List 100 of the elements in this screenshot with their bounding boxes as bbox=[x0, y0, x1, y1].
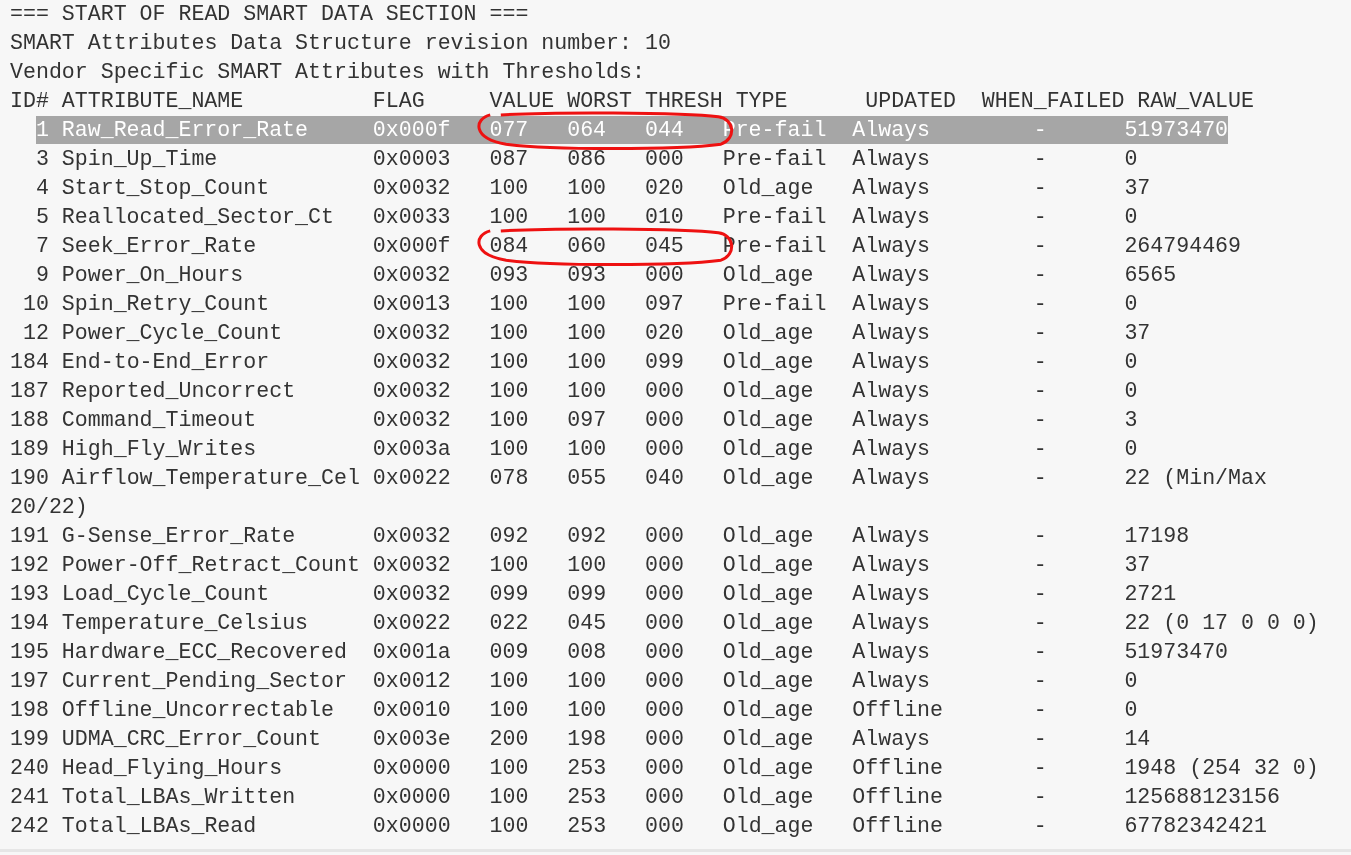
updated-cell-text: Always bbox=[852, 349, 932, 376]
attribute-id: 242 bbox=[10, 813, 49, 840]
attribute-name: Power_Cycle_Count bbox=[61, 320, 284, 347]
type-cell-text: Old_age bbox=[722, 552, 815, 579]
raw-value: 0 bbox=[1124, 437, 1138, 461]
type-cell-text: Pre-fail bbox=[722, 146, 828, 173]
value-cell-text: 092 bbox=[489, 523, 530, 550]
type-cell-text: Old_age bbox=[722, 407, 815, 434]
value-cell-text: 100 bbox=[489, 320, 530, 347]
attribute-name: Raw_Read_Error_Rate bbox=[61, 117, 310, 144]
flag-value: 0x0022 bbox=[372, 610, 452, 637]
attribute-id: 190 bbox=[10, 465, 49, 492]
raw-value: 51973470 bbox=[1124, 640, 1229, 664]
flag-value: 0x0000 bbox=[372, 813, 452, 840]
when-failed-cell-text: - bbox=[1032, 668, 1048, 695]
thresh-cell-text: 000 bbox=[644, 262, 685, 289]
value-cell-text: 099 bbox=[489, 581, 530, 608]
worst-cell-text: 092 bbox=[567, 523, 608, 550]
attribute-name: Offline_Uncorrectable bbox=[61, 697, 335, 724]
worst-cell-text: 100 bbox=[567, 378, 608, 405]
attribute-name: Load_Cycle_Count bbox=[61, 581, 271, 608]
raw-value: 2721 bbox=[1124, 582, 1177, 606]
column-header: ID# bbox=[10, 88, 50, 115]
attribute-id: 189 bbox=[10, 436, 49, 463]
type-cell-text: Old_age bbox=[722, 581, 815, 608]
thresh-cell-text: 045 bbox=[644, 233, 685, 260]
value-cell-text: 100 bbox=[489, 175, 530, 202]
value-cell-text: 100 bbox=[489, 407, 530, 434]
attribute-id: 188 bbox=[10, 407, 49, 434]
when-failed-cell-text: - bbox=[1032, 465, 1048, 492]
attribute-name: Command_Timeout bbox=[61, 407, 258, 434]
raw-value: 264794469 bbox=[1124, 234, 1242, 258]
value-cell-text: 100 bbox=[489, 552, 530, 579]
output-line: === START OF READ SMART DATA SECTION === bbox=[10, 2, 529, 26]
attribute-name: Reallocated_Sector_Ct bbox=[61, 204, 335, 231]
thresh-cell-text: 000 bbox=[644, 726, 685, 753]
attribute-name: Spin_Retry_Count bbox=[61, 291, 271, 318]
thresh-cell-text: 020 bbox=[644, 320, 685, 347]
worst-cell-text: 198 bbox=[567, 726, 608, 753]
type-cell-text: Pre-fail bbox=[722, 204, 828, 231]
raw-value: 0 bbox=[1124, 147, 1138, 171]
updated-cell-text: Always bbox=[852, 610, 932, 637]
worst-cell-text: 253 bbox=[567, 813, 608, 840]
flag-value: 0x0000 bbox=[372, 784, 452, 811]
attribute-id: 1 bbox=[35, 117, 49, 144]
raw-value: 22 (0 17 0 0 0) bbox=[1124, 611, 1319, 635]
raw-value: 0 bbox=[1124, 205, 1138, 229]
flag-value: 0x0032 bbox=[372, 175, 452, 202]
thresh-cell-text: 000 bbox=[644, 668, 685, 695]
attribute-id: 12 bbox=[22, 320, 49, 347]
updated-cell-text: Always bbox=[852, 291, 932, 318]
attribute-id: 9 bbox=[35, 262, 49, 289]
thresh-cell-text: 000 bbox=[644, 552, 685, 579]
worst-cell-text: 100 bbox=[567, 697, 608, 724]
type-cell-text: Old_age bbox=[722, 726, 815, 753]
column-header: TYPE bbox=[735, 88, 789, 115]
updated-cell-text: Offline bbox=[852, 784, 944, 811]
when-failed-cell-text: - bbox=[1032, 378, 1048, 405]
attribute-name: Hardware_ECC_Recovered bbox=[61, 639, 348, 666]
attribute-name: UDMA_CRC_Error_Count bbox=[61, 726, 322, 753]
type-cell-text: Old_age bbox=[722, 523, 815, 550]
thresh-cell-text: 000 bbox=[644, 436, 685, 463]
type-cell-text: Old_age bbox=[722, 465, 815, 492]
thresh-cell-text: 040 bbox=[644, 465, 685, 492]
flag-value: 0x0013 bbox=[372, 291, 452, 318]
worst-cell-text: 100 bbox=[567, 204, 608, 231]
column-header: VALUE bbox=[489, 88, 556, 115]
value-cell-text: 093 bbox=[489, 262, 530, 289]
output-line: Vendor Specific SMART Attributes with Thresholds: bbox=[10, 60, 645, 84]
raw-value: 14 bbox=[1124, 727, 1151, 751]
value-cell-text: 100 bbox=[489, 378, 530, 405]
worst-cell-text: 100 bbox=[567, 668, 608, 695]
type-cell-text: Old_age bbox=[722, 610, 815, 637]
value-cell-text: 100 bbox=[489, 291, 530, 318]
worst-cell-text: 100 bbox=[567, 349, 608, 376]
worst-cell-text: 100 bbox=[567, 291, 608, 318]
updated-cell-text: Offline bbox=[852, 697, 944, 724]
worst-cell-text: 045 bbox=[567, 610, 608, 637]
value-cell-text: 100 bbox=[489, 204, 530, 231]
attribute-name: Seek_Error_Rate bbox=[61, 233, 258, 260]
column-header: WHEN_FAILED bbox=[981, 88, 1126, 115]
worst-cell-text: 253 bbox=[567, 755, 608, 782]
flag-value: 0x003e bbox=[372, 726, 452, 753]
flag-value: 0x0033 bbox=[372, 204, 452, 231]
updated-cell-text: Offline bbox=[852, 755, 944, 782]
updated-cell-text: Always bbox=[852, 668, 932, 695]
when-failed-cell-text: - bbox=[1032, 407, 1048, 434]
flag-value: 0x0022 bbox=[372, 465, 452, 492]
attribute-id: 193 bbox=[10, 581, 49, 608]
when-failed-cell-text: - bbox=[1032, 146, 1048, 173]
type-cell-text: Old_age bbox=[722, 668, 815, 695]
value-cell-text: 100 bbox=[489, 784, 530, 811]
updated-cell-text: Always bbox=[852, 233, 932, 260]
type-cell-text: Old_age bbox=[722, 262, 815, 289]
attribute-name: Power-Off_Retract_Count bbox=[61, 552, 361, 579]
when-failed-cell-text: - bbox=[1032, 436, 1048, 463]
worst-cell-text: 064 bbox=[567, 117, 608, 144]
type-cell-text: Old_age bbox=[722, 813, 815, 840]
attribute-name: Total_LBAs_Written bbox=[61, 784, 297, 811]
attribute-name: Reported_Uncorrect bbox=[61, 378, 297, 405]
